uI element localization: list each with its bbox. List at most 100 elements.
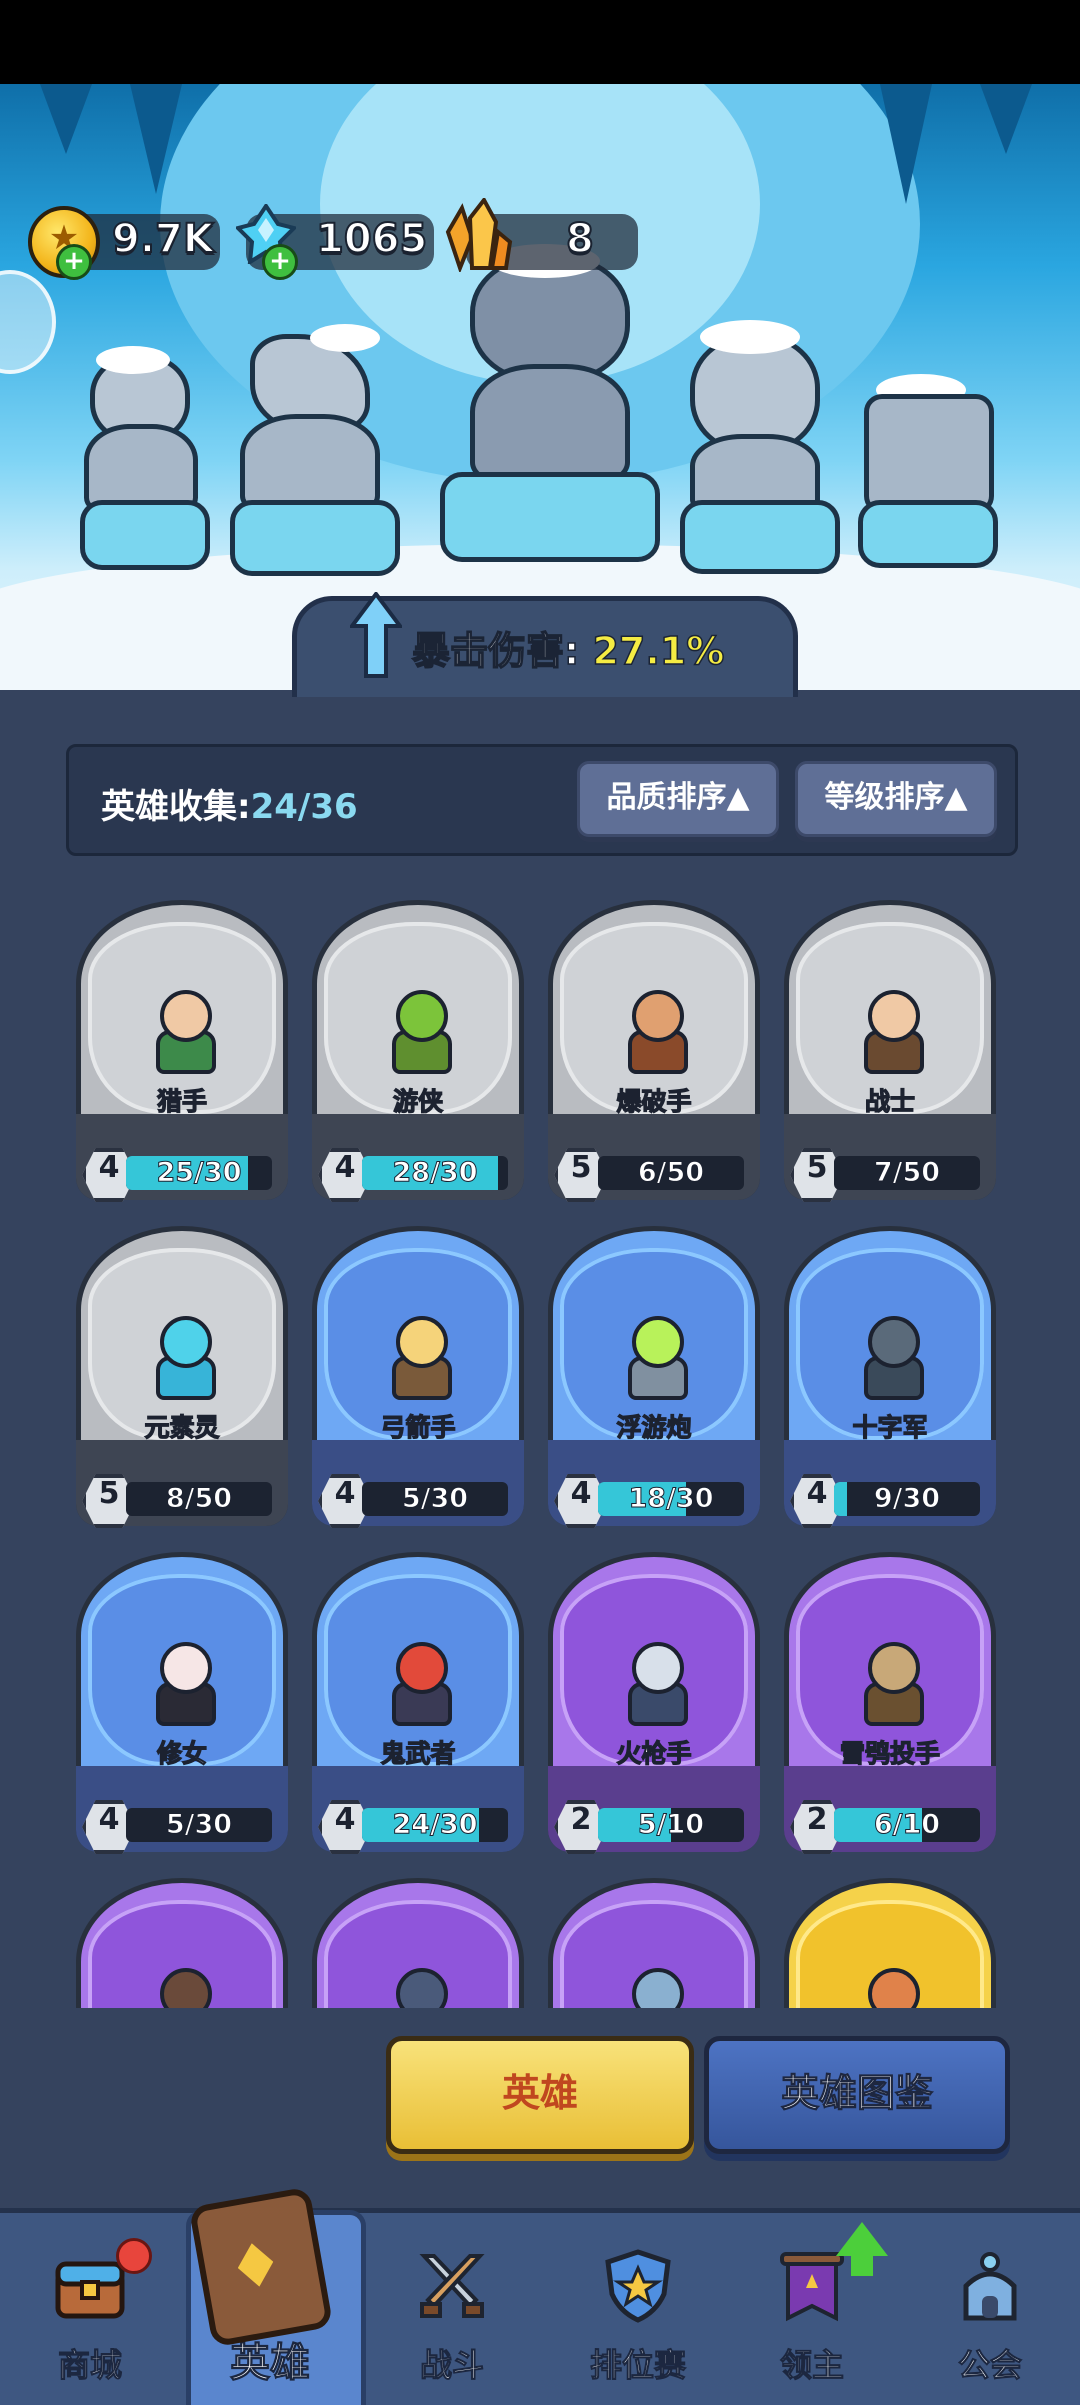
card-progress-bar: 9/30 bbox=[834, 1482, 980, 1516]
notification-dot bbox=[116, 2238, 152, 2274]
statue-dragon bbox=[430, 244, 660, 574]
lord-banner-icon bbox=[780, 2252, 844, 2322]
upgrade-arrow-icon bbox=[836, 2222, 888, 2256]
hero-portrait bbox=[854, 1316, 926, 1400]
hero-portrait bbox=[854, 990, 926, 1074]
hero-portrait bbox=[146, 1642, 218, 1726]
hero-portrait bbox=[382, 1968, 454, 2008]
hero-name: 修女 bbox=[156, 1738, 207, 1768]
collection-count: 英雄收集:24/36 bbox=[101, 779, 358, 828]
card-progress-bar: 24/30 bbox=[362, 1808, 508, 1842]
nav-label-guild: 公会 bbox=[957, 2346, 1022, 2385]
hero-card[interactable]: 猎手 4 25/30 bbox=[76, 900, 288, 1210]
hero-portrait bbox=[146, 1316, 218, 1400]
hero-portrait bbox=[146, 1968, 218, 2008]
sort-by-level-button[interactable]: 等级排序▲ bbox=[795, 761, 997, 837]
guild-castle-icon bbox=[963, 2252, 1017, 2321]
card-progress-bar: 25/30 bbox=[126, 1156, 272, 1190]
upgrade-arrow-stem bbox=[851, 2254, 873, 2276]
hero-name: 游侠 bbox=[392, 1086, 443, 1116]
card-progress-text: 8/50 bbox=[165, 1483, 233, 1515]
nav-label-heroes: 英雄 bbox=[230, 2340, 311, 2387]
collection-label: 英雄收集: bbox=[101, 787, 251, 827]
hero-grid: 猎手 4 25/30 游侠 4 28/30 爆破手 5 6/50 战士 5 7/50 元素灵 5 8/50 弓… bbox=[0, 880, 1080, 2008]
card-progress-bar: 28/30 bbox=[362, 1156, 508, 1190]
crystal-amount: 8 bbox=[565, 215, 595, 263]
hero-card[interactable]: 鬼武者 4 24/30 bbox=[312, 1552, 524, 1862]
hero-card-icon bbox=[188, 2186, 334, 2348]
hero-name: 元素灵 bbox=[144, 1412, 220, 1442]
card-progress-text: 6/10 bbox=[873, 1809, 941, 1841]
hero-card[interactable]: 火枪手 2 5/10 bbox=[548, 1552, 760, 1862]
gem-amount: 1065 bbox=[315, 215, 428, 263]
statue-2 bbox=[210, 314, 410, 576]
hero-card[interactable]: 雪鸮投手 2 6/10 bbox=[784, 1552, 996, 1862]
hero-card[interactable]: 爆破手 5 6/50 bbox=[548, 900, 760, 1210]
hero-name: 战士 bbox=[864, 1086, 915, 1116]
card-progress-text: 24/30 bbox=[392, 1809, 478, 1841]
hero-portrait bbox=[618, 990, 690, 1074]
hero-portrait bbox=[618, 1968, 690, 2008]
icicle-decor bbox=[880, 84, 932, 204]
nav-label-ranked: 排位赛 bbox=[589, 2346, 686, 2385]
hero-codex-button[interactable]: 英雄图鉴 bbox=[704, 2036, 1010, 2154]
hero-name: 十字军 bbox=[852, 1412, 928, 1442]
bubble-decor bbox=[0, 270, 56, 374]
hero-portrait bbox=[146, 990, 218, 1074]
hero-name: 猎手 bbox=[156, 1086, 207, 1116]
card-progress-bar: 7/50 bbox=[834, 1156, 980, 1190]
hero-card[interactable]: 弓箭手 4 5/30 bbox=[312, 1226, 524, 1536]
nav-ranked[interactable]: 排位赛 bbox=[548, 2208, 728, 2400]
nav-label-battle: 战斗 bbox=[419, 2346, 484, 2385]
hero-card[interactable] bbox=[548, 1878, 760, 2008]
hero-name: 雪鸮投手 bbox=[839, 1738, 940, 1768]
card-progress-text: 5/30 bbox=[401, 1483, 469, 1515]
hero-card[interactable]: 浮游炮 4 18/30 bbox=[548, 1226, 760, 1536]
icicle-decor bbox=[980, 84, 1032, 154]
card-progress-bar: 8/50 bbox=[126, 1482, 272, 1516]
hero-card[interactable]: 修女 4 5/30 bbox=[76, 1552, 288, 1862]
card-progress-text: 7/50 bbox=[873, 1157, 941, 1189]
card-progress-bar: 18/30 bbox=[598, 1482, 744, 1516]
hero-card[interactable]: 元素灵 5 8/50 bbox=[76, 1226, 288, 1536]
nav-shop[interactable]: 商城 bbox=[0, 2208, 180, 2400]
nav-guild[interactable]: 公会 bbox=[900, 2208, 1080, 2400]
hero-card[interactable]: 游侠 4 28/30 bbox=[312, 900, 524, 1210]
hero-card[interactable] bbox=[76, 1878, 288, 2008]
card-progress-text: 5/30 bbox=[165, 1809, 233, 1841]
crossed-swords-icon bbox=[419, 2254, 485, 2318]
hero-name: 浮游炮 bbox=[616, 1412, 692, 1442]
card-progress-text: 28/30 bbox=[392, 1157, 478, 1189]
hero-name: 鬼武者 bbox=[380, 1738, 456, 1768]
heroes-tab-button[interactable]: 英雄 bbox=[386, 2036, 694, 2154]
statue-1 bbox=[60, 346, 220, 574]
hero-name: 火枪手 bbox=[616, 1738, 692, 1768]
hero-card[interactable]: 十字军 4 9/30 bbox=[784, 1226, 996, 1536]
hero-portrait bbox=[854, 1968, 926, 2008]
hero-portrait bbox=[382, 1642, 454, 1726]
icicle-decor bbox=[130, 84, 182, 194]
hero-collection-bar: 英雄收集:24/36 品质排序▲ 等级排序▲ bbox=[66, 744, 1018, 856]
nav-label-lord: 领主 bbox=[779, 2346, 844, 2385]
card-progress-text: 25/30 bbox=[156, 1157, 242, 1189]
sort-by-quality-button[interactable]: 品质排序▲ bbox=[577, 761, 779, 837]
hero-card[interactable] bbox=[312, 1878, 524, 2008]
hero-card[interactable] bbox=[784, 1878, 996, 2008]
rank-shield-icon bbox=[605, 2249, 671, 2323]
card-progress-text: 18/30 bbox=[628, 1483, 714, 1515]
crit-damage-value: 27.1% bbox=[592, 628, 725, 674]
hero-portrait bbox=[382, 1316, 454, 1400]
add-coins-icon[interactable]: + bbox=[56, 244, 92, 280]
statue-5 bbox=[840, 374, 1010, 584]
nav-battle[interactable]: 战斗 bbox=[362, 2208, 542, 2400]
add-gems-icon[interactable]: + bbox=[262, 244, 298, 280]
up-arrow-icon bbox=[350, 592, 402, 678]
hero-portrait bbox=[618, 1316, 690, 1400]
icicle-decor bbox=[40, 84, 92, 154]
hero-name: 爆破手 bbox=[616, 1086, 692, 1116]
card-progress-bar: 5/10 bbox=[598, 1808, 744, 1842]
crit-damage-label: 暴击伤害: bbox=[411, 628, 580, 674]
card-progress-text: 6/50 bbox=[637, 1157, 705, 1189]
hero-card[interactable]: 战士 5 7/50 bbox=[784, 900, 996, 1210]
coin-amount: 9.7K bbox=[111, 215, 215, 263]
